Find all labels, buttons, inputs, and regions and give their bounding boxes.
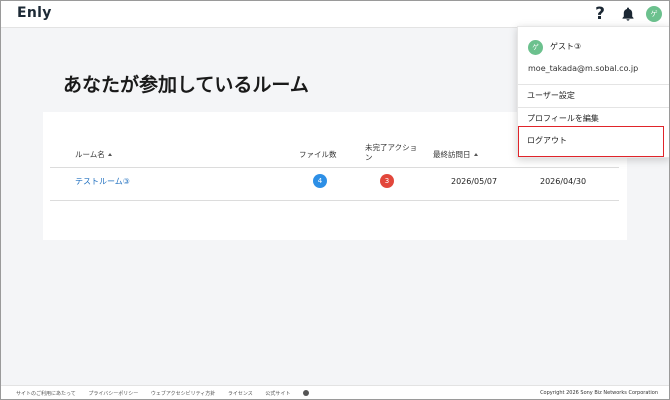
- column-header-room-name[interactable]: ルーム名: [75, 149, 112, 160]
- help-button[interactable]: ?: [591, 3, 609, 25]
- dropdown-email: moe_takada@m.sobal.co.jp: [528, 64, 639, 73]
- user-dropdown-menu: ゲ ゲスト③ moe_takada@m.sobal.co.jp ユーザー設定 プ…: [517, 26, 670, 158]
- table-header-divider: [50, 167, 619, 168]
- last-visited-date: 2026/05/07: [451, 177, 498, 186]
- files-count-badge: 4: [313, 174, 327, 188]
- notification-button[interactable]: [620, 6, 636, 22]
- footer-link-accessibility[interactable]: ウェブアクセシビリティ方針: [151, 391, 215, 397]
- last-updated-date: 2026/04/30: [540, 177, 587, 186]
- footer-link-terms[interactable]: サイトのご利用にあたって: [16, 391, 76, 397]
- avatar-initial: ゲ: [650, 10, 658, 18]
- footer-link-license[interactable]: ライセンス: [228, 391, 253, 397]
- page-title: あなたが参加しているルーム: [63, 74, 309, 96]
- avatar-initial: ゲ: [532, 43, 539, 51]
- column-header-room-name-label: ルーム名: [75, 150, 105, 159]
- menu-item-logout[interactable]: ログアウト: [518, 126, 664, 157]
- footer-link-privacy[interactable]: プライバシーポリシー: [88, 391, 138, 397]
- page-footer: サイトのご利用にあたって プライバシーポリシー ウェブアクセシビリティ方針 ライ…: [0, 385, 670, 400]
- logo-text: Enly: [17, 5, 52, 21]
- column-header-pending-actions: 未完了アクショ ン: [365, 143, 417, 163]
- enly-logo[interactable]: Enly: [17, 5, 52, 21]
- column-header-last-visited[interactable]: 最終訪問日: [433, 149, 478, 160]
- column-header-last-visited-label: 最終訪問日: [433, 150, 471, 159]
- room-link[interactable]: テストルーム③: [75, 176, 130, 187]
- dropdown-avatar: ゲ: [528, 40, 543, 55]
- copyright-text: Copyright 2026 Sony Biz Networks Corpora…: [540, 390, 658, 396]
- bell-icon: [622, 7, 634, 21]
- user-avatar-button[interactable]: ゲ: [646, 6, 662, 22]
- dropdown-username: ゲスト③: [550, 42, 582, 51]
- help-icon: ?: [595, 4, 605, 24]
- pending-actions-badge: 3: [380, 174, 394, 188]
- sort-arrow-icon: [107, 153, 112, 156]
- top-header: Enly ? ゲ: [0, 0, 670, 28]
- table-row-divider: [50, 200, 619, 201]
- footer-links: サイトのご利用にあたって プライバシーポリシー ウェブアクセシビリティ方針 ライ…: [16, 390, 320, 397]
- column-header-pending-actions-line1: 未完了アクショ: [365, 143, 418, 152]
- menu-item-user-settings[interactable]: ユーザー設定: [518, 85, 669, 107]
- footer-link-official-site[interactable]: 公式サイト: [265, 391, 290, 397]
- column-header-pending-actions-line2: ン: [365, 153, 373, 162]
- globe-icon[interactable]: [303, 390, 310, 396]
- sort-arrow-icon: [473, 153, 478, 156]
- column-header-files: ファイル数: [299, 150, 337, 159]
